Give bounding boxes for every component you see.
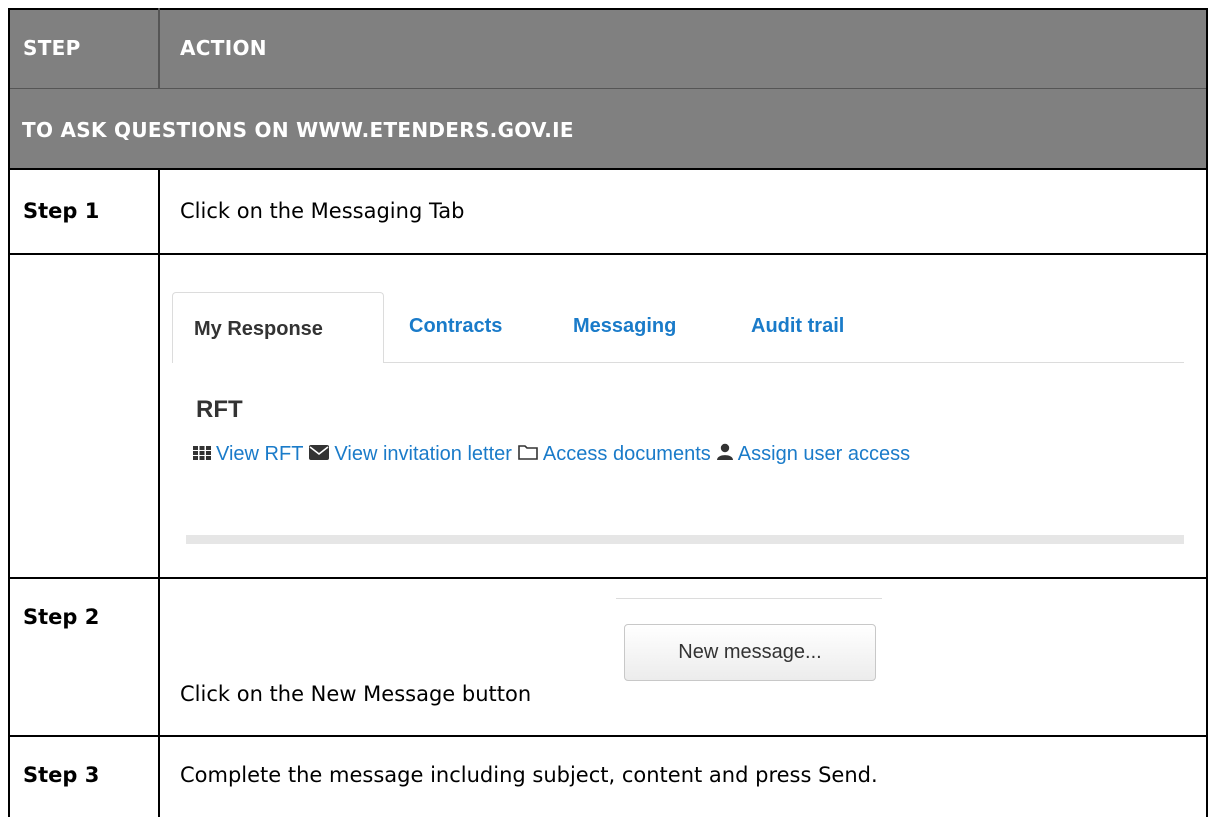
table-divider: [8, 735, 1208, 737]
table-divider: [8, 253, 1208, 255]
table-border-right: [1206, 8, 1208, 817]
tab-audit-trail[interactable]: Audit trail: [751, 315, 844, 338]
table-divider-column: [158, 168, 160, 817]
table-border-left: [8, 8, 10, 817]
step-2-action: Click on the New Message button: [180, 682, 532, 706]
table-border-top: [8, 8, 1208, 10]
tab-label: My Response: [194, 318, 323, 340]
folder-icon: [518, 443, 538, 466]
grid-icon: [193, 443, 211, 466]
table-divider: [8, 577, 1208, 579]
step-3-label: Step 3: [23, 763, 100, 787]
table-divider-header: [158, 8, 160, 88]
tab-contracts[interactable]: Contracts: [409, 315, 502, 338]
instructions-table: STEP ACTION TO ASK QUESTIONS ON WWW.ETEN…: [8, 8, 1208, 817]
step-1-action: Click on the Messaging Tab: [180, 199, 465, 223]
access-documents-link[interactable]: Access documents: [543, 443, 711, 466]
table-divider: [8, 168, 1208, 170]
assign-user-access-link[interactable]: Assign user access: [738, 443, 910, 466]
table-divider: [8, 88, 1208, 89]
view-rft-link[interactable]: View RFT: [216, 443, 303, 466]
view-invitation-letter-link[interactable]: View invitation letter: [334, 443, 512, 466]
step-3-action: Complete the message including subject, …: [180, 763, 878, 787]
step-1-label: Step 1: [23, 199, 100, 223]
header-action: ACTION: [180, 36, 267, 60]
user-icon: [716, 443, 733, 466]
action-links: View RFT View invitation letter Access d…: [193, 443, 916, 466]
screenshot-footer-bar: [186, 535, 1184, 544]
tab-my-response[interactable]: My Response: [172, 292, 384, 363]
header-step: STEP: [23, 36, 81, 60]
envelope-icon: [309, 443, 330, 466]
page-heading: RFT: [196, 396, 243, 423]
button-area-divider: [616, 598, 882, 599]
section-title: TO ASK QUESTIONS ON WWW.ETENDERS.GOV.IE: [22, 118, 574, 142]
step-2-label: Step 2: [23, 605, 100, 629]
tab-messaging[interactable]: Messaging: [573, 315, 676, 338]
new-message-button[interactable]: New message...: [624, 624, 876, 681]
